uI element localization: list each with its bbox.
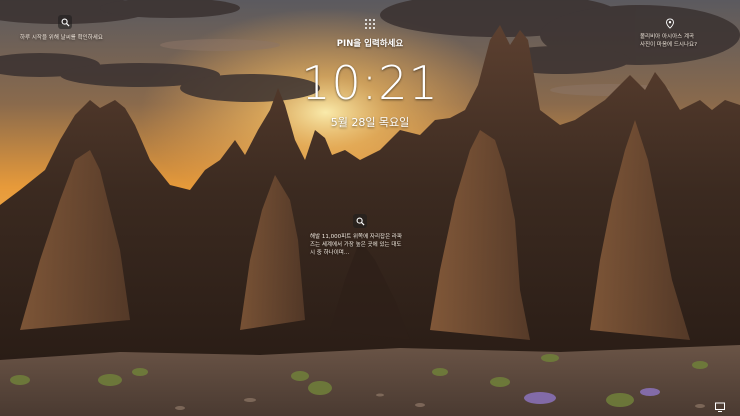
fact-line: 시 중 하나이며… — [310, 250, 350, 256]
photo-info[interactable]: 볼리비아 아시아스 계곡 사진이 마음에 드시나요? — [640, 33, 735, 49]
search-icon — [61, 18, 70, 27]
photo-question: 사진이 마음에 드시나요? — [640, 42, 698, 48]
location-pin-icon — [666, 17, 674, 29]
pin-prompt[interactable]: PIN을 입력하세요 — [0, 37, 740, 49]
date: 5월 28일 목요일 — [330, 116, 410, 129]
monitor-button[interactable] — [714, 398, 726, 412]
lock-screen: 하루 시작을 위해 날씨를 확인하세요 PIN을 입력하세요 10:21 5월 … — [0, 0, 740, 416]
fact-line: 해발 11,000피트 위쪽에 자리잡은 라파 — [310, 234, 403, 240]
center-search-button[interactable] — [353, 214, 367, 228]
search-icon — [356, 217, 365, 226]
info-button[interactable] — [663, 16, 677, 30]
clock: 10:21 — [301, 56, 439, 110]
monitor-icon — [715, 402, 725, 412]
photo-location: 볼리비아 아시아스 계곡 — [640, 34, 695, 40]
tip-search-button[interactable] — [58, 15, 72, 29]
keypad-icon[interactable] — [364, 15, 376, 29]
fact-line: 즈는 세계에서 가장 높은 곳에 있는 대도 — [310, 242, 402, 248]
fact-text[interactable]: 해발 11,000피트 위쪽에 자리잡은 라파 즈는 세계에서 가장 높은 곳에… — [310, 233, 430, 257]
